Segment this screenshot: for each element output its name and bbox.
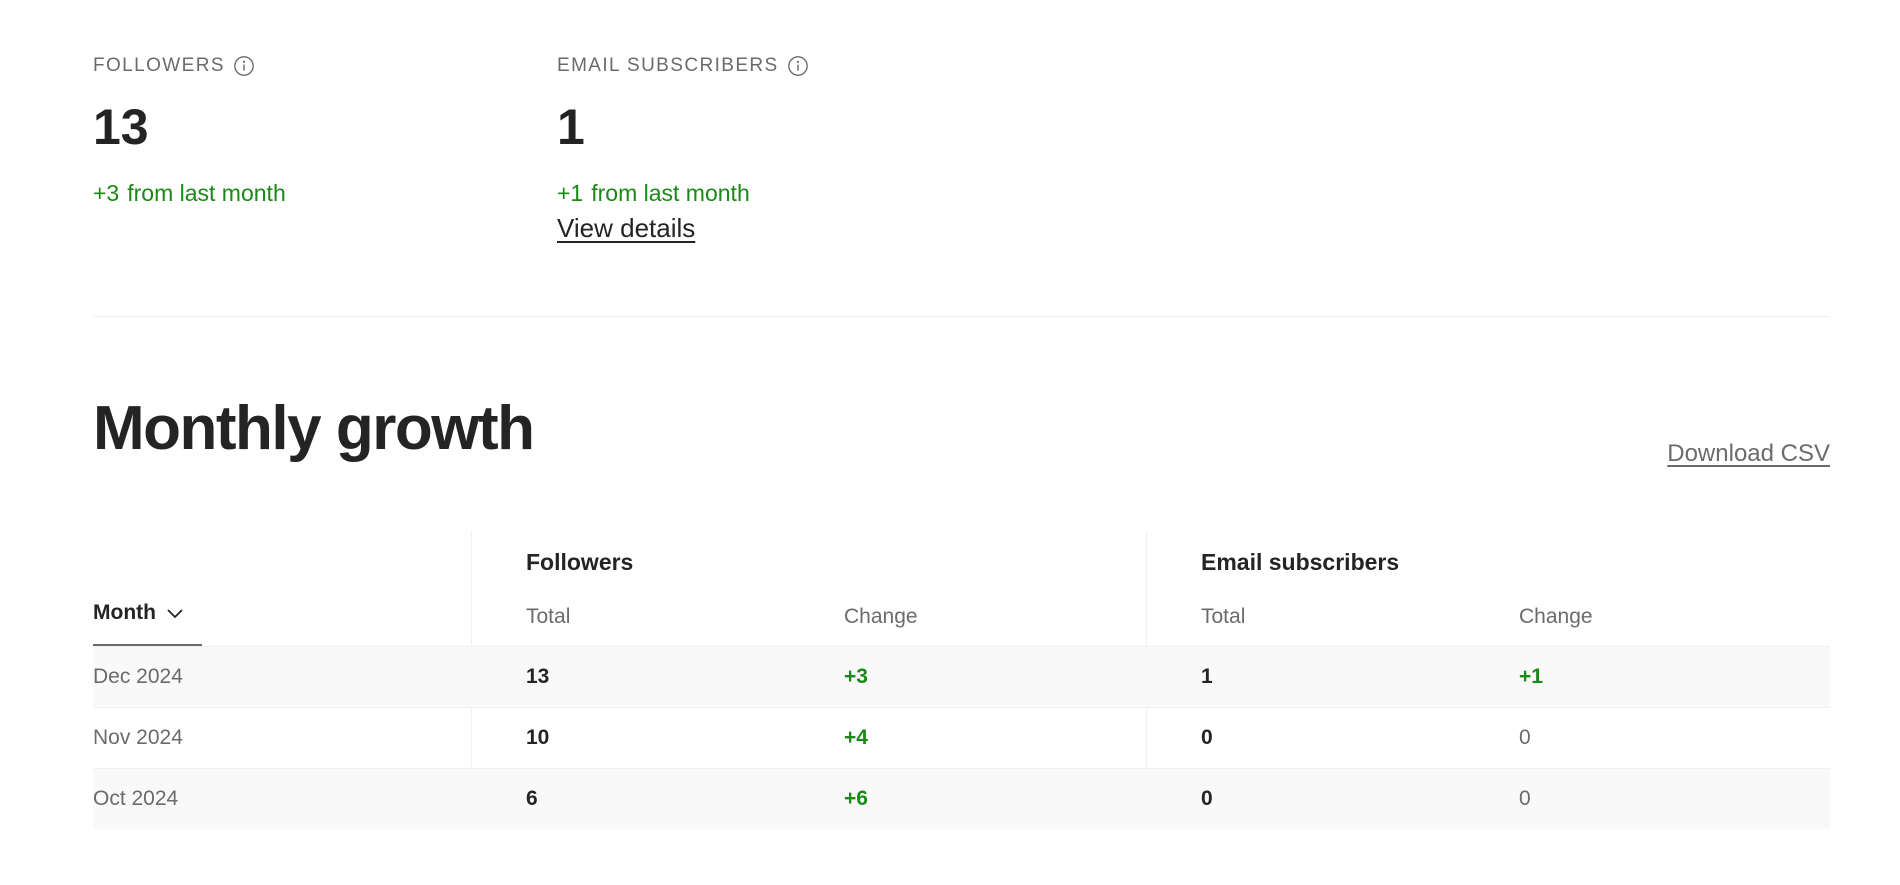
month-cell: Oct 2024: [93, 787, 179, 810]
table-row: Dec 2024 13 +3 1 +1: [93, 646, 1830, 707]
followers-change-cell: +6: [844, 787, 868, 810]
email-change-header: Change: [1519, 605, 1593, 628]
followers-total-cell: 13: [526, 665, 550, 688]
followers-label: FOLLOWERS: [93, 55, 225, 76]
view-details-link[interactable]: View details: [557, 213, 695, 244]
email-total-cell: 0: [1201, 787, 1213, 810]
email-subscribers-label: EMAIL SUBSCRIBERS: [557, 55, 779, 76]
email-subscribers-stat: EMAIL SUBSCRIBERS 1 +1 from last month Vi…: [557, 52, 809, 244]
email-change-cell: +1: [1519, 665, 1543, 688]
followers-delta-suffix: from last month: [127, 180, 286, 206]
table-row: Nov 2024 10 +4 0 0: [93, 707, 1830, 768]
month-cell: Nov 2024: [93, 726, 183, 749]
email-subscribers-count: 1: [557, 99, 585, 155]
email-subscribers-group-header: Email subscribers: [1201, 549, 1400, 575]
followers-delta: +3: [93, 180, 120, 206]
month-cell: Dec 2024: [93, 665, 183, 688]
followers-total-cell: 6: [526, 787, 538, 810]
table-row: Oct 2024 6 +6 0 0: [93, 768, 1830, 829]
followers-stat: FOLLOWERS 13 +3 from last month: [93, 52, 286, 207]
month-sort-button[interactable]: Month: [93, 601, 184, 625]
followers-group-header: Followers: [526, 549, 634, 575]
followers-total-header: Total: [526, 605, 571, 628]
email-total-cell: 0: [1201, 726, 1213, 749]
followers-change-header: Change: [844, 605, 918, 628]
info-icon[interactable]: [233, 55, 255, 77]
email-change-cell: 0: [1519, 726, 1531, 749]
email-delta: +1: [557, 180, 584, 206]
followers-count: 13: [93, 99, 149, 155]
section-divider: [93, 316, 1830, 317]
email-subscribers-change: +1 from last month: [557, 180, 809, 207]
month-header-label: Month: [93, 601, 156, 624]
info-icon[interactable]: [787, 55, 809, 77]
email-change-cell: 0: [1519, 787, 1531, 810]
followers-change: +3 from last month: [93, 180, 286, 207]
section-title: Monthly growth: [93, 394, 535, 463]
followers-total-cell: 10: [526, 726, 550, 749]
followers-change-cell: +3: [844, 665, 868, 688]
email-total-header: Total: [1201, 605, 1246, 628]
email-delta-suffix: from last month: [591, 180, 750, 206]
email-total-cell: 1: [1201, 665, 1213, 688]
chevron-down-icon: [167, 609, 183, 619]
followers-change-cell: +4: [844, 726, 868, 749]
download-csv-link[interactable]: Download CSV: [1667, 440, 1830, 468]
